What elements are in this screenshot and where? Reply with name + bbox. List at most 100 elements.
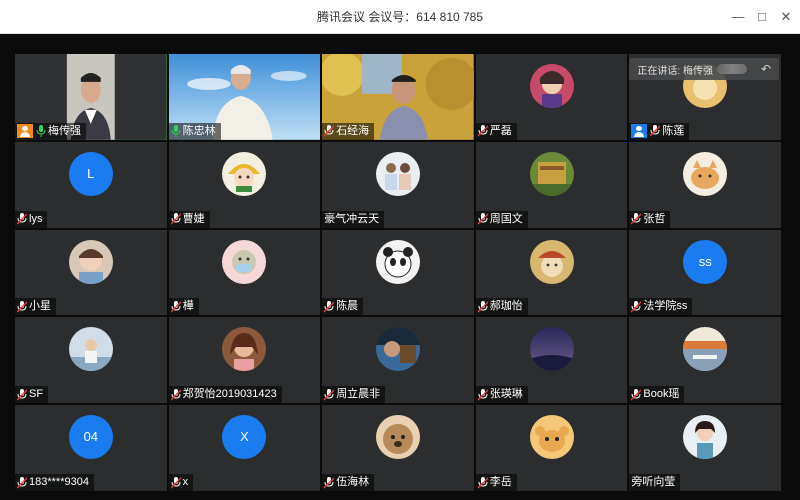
participant-tile[interactable]: 小星 <box>15 229 167 316</box>
mic-muted-icon <box>650 125 661 137</box>
participant-name: 张哲 <box>643 212 666 225</box>
participant-avatar <box>222 327 267 372</box>
mic-muted-icon <box>170 213 181 225</box>
speaking-indicator: 正在讲话: 梅传强 ↶ <box>629 58 779 80</box>
participant-name: 小星 <box>29 300 51 313</box>
participant-avatar <box>222 239 267 284</box>
collapse-icon[interactable]: ↶ <box>761 62 771 76</box>
participant-tile[interactable]: 郑贺怡2019031423 <box>168 317 321 404</box>
participant-avatar <box>529 64 574 108</box>
mic-muted-icon <box>17 388 27 401</box>
participant-name: 183****9304 <box>29 476 89 488</box>
participant-tile[interactable]: ss 法学院ss <box>629 229 781 316</box>
participant-name-bar: 李岳 <box>475 474 517 491</box>
participant-name: 郝珈怡 <box>489 300 523 313</box>
minimize-icon[interactable]: — <box>727 6 749 28</box>
meeting-stage: 梅传强 陈忠林 石经海 严磊 正在讲话: 梅传强 ↶ 陈莲 L lys 曹婕 豪… <box>0 34 800 500</box>
participant-name: 严磊 <box>489 124 512 137</box>
participant-tile[interactable]: L lys <box>15 141 167 228</box>
participant-avatar <box>68 327 113 372</box>
participant-tile[interactable]: 樺 <box>168 229 321 316</box>
title-bar: 腾讯会议 会议号：614 810 785 — □ ✕ <box>0 0 800 34</box>
participant-name: 曹婕 <box>182 212 205 225</box>
participant-name-bar: 石经海 <box>322 122 375 140</box>
participant-tile[interactable]: X x <box>168 405 321 491</box>
participant-name-bar: 183****9304 <box>15 474 94 491</box>
participant-name-bar: 梅传强 <box>15 122 86 140</box>
participant-tile[interactable]: 张瑛琳 <box>475 317 628 404</box>
mic-active-icon <box>171 125 181 138</box>
participant-name: Book瑶 <box>643 388 680 401</box>
participant-letter-avatar: L <box>68 151 113 196</box>
maximize-icon[interactable]: □ <box>751 6 773 28</box>
participant-tile[interactable]: 正在讲话: 梅传强 ↶ 陈莲 <box>629 54 781 140</box>
participant-tile[interactable]: 梅传强 <box>15 54 167 140</box>
participant-name: 豪气冲云天 <box>324 212 380 225</box>
participant-name: 陈莲 <box>662 124 685 137</box>
participant-tile[interactable]: 陈忠林 <box>168 54 321 140</box>
participant-tile[interactable]: 周国文 <box>475 141 628 228</box>
participant-name: 李岳 <box>489 476 512 488</box>
mic-muted-icon <box>477 300 488 313</box>
participant-letter-avatar: 04 <box>68 415 113 460</box>
mic-muted-icon <box>631 300 642 313</box>
participant-tile[interactable]: 郝珈怡 <box>475 229 628 316</box>
mic-muted-icon <box>477 476 488 488</box>
participant-name-bar: x <box>168 474 194 491</box>
participant-avatar <box>529 415 574 460</box>
participant-letter-avatar: ss <box>683 239 728 284</box>
mic-muted-icon <box>324 476 335 488</box>
participant-name-bar: 周国文 <box>475 210 528 228</box>
participant-tile[interactable]: 石经海 <box>322 54 474 140</box>
participant-tile[interactable]: 张哲 <box>629 141 781 228</box>
mic-active-icon <box>36 125 46 138</box>
participant-name-bar: 陈忠林 <box>168 122 221 140</box>
mic-muted-icon <box>17 213 27 225</box>
host-user-icon <box>17 124 33 139</box>
participant-avatar <box>683 327 728 372</box>
participant-tile[interactable]: 李岳 <box>475 405 628 491</box>
participant-tile[interactable]: Book瑶 <box>629 317 781 404</box>
participant-avatar <box>375 327 420 372</box>
participant-tile[interactable]: SF <box>15 317 167 404</box>
participant-tile[interactable]: 陈晨 <box>322 229 474 316</box>
participant-name-bar: 伍海林 <box>322 474 375 491</box>
mic-muted-icon <box>17 300 27 313</box>
mic-muted-icon <box>631 388 642 401</box>
participant-name-bar: 郑贺怡2019031423 <box>168 386 282 404</box>
mic-muted-icon <box>477 213 488 225</box>
participant-tile[interactable]: 豪气冲云天 <box>322 141 474 228</box>
participant-tile[interactable]: 旁听向莹 <box>629 405 781 491</box>
participant-tile[interactable]: 严磊 <box>475 54 628 140</box>
participant-name: SF <box>29 388 44 401</box>
participant-name-bar: 陈晨 <box>322 298 364 316</box>
participant-tile[interactable]: 04 183****9304 <box>15 405 167 491</box>
participant-avatar <box>375 415 420 460</box>
participant-tile[interactable]: 曹婕 <box>168 141 321 228</box>
mic-muted-icon <box>477 125 488 137</box>
participant-name: 周立晨非 <box>336 388 381 401</box>
participant-name: 陈忠林 <box>182 124 216 137</box>
participant-grid: 梅传强 陈忠林 石经海 严磊 正在讲话: 梅传强 ↶ 陈莲 L lys 曹婕 豪… <box>15 54 781 491</box>
mic-muted-icon <box>631 213 642 225</box>
participant-name: lys <box>29 212 43 225</box>
participant-tile[interactable]: 伍海林 <box>322 405 474 491</box>
participant-name: 旁听向莹 <box>631 476 676 488</box>
cohost-user-icon <box>631 124 648 139</box>
participant-name-bar: Book瑶 <box>629 386 685 404</box>
window-title: 腾讯会议 会议号：614 810 785 <box>316 10 484 24</box>
participant-name-bar: 法学院ss <box>629 298 693 316</box>
participant-avatar <box>375 239 420 284</box>
participant-name: 梅传强 <box>48 124 81 137</box>
participant-name-bar: lys <box>15 210 48 228</box>
participant-name-bar: 张哲 <box>629 210 671 228</box>
speaker-avatar-strip <box>716 64 747 74</box>
participant-name: 伍海林 <box>336 476 370 488</box>
participant-tile[interactable]: 周立晨非 <box>322 317 474 404</box>
participant-avatar <box>529 151 574 196</box>
mic-muted-icon <box>170 300 181 313</box>
participant-name-bar: 曹婕 <box>168 210 210 228</box>
mic-muted-icon <box>324 300 335 313</box>
close-icon[interactable]: ✕ <box>775 6 797 28</box>
participant-name: 陈晨 <box>336 300 359 313</box>
